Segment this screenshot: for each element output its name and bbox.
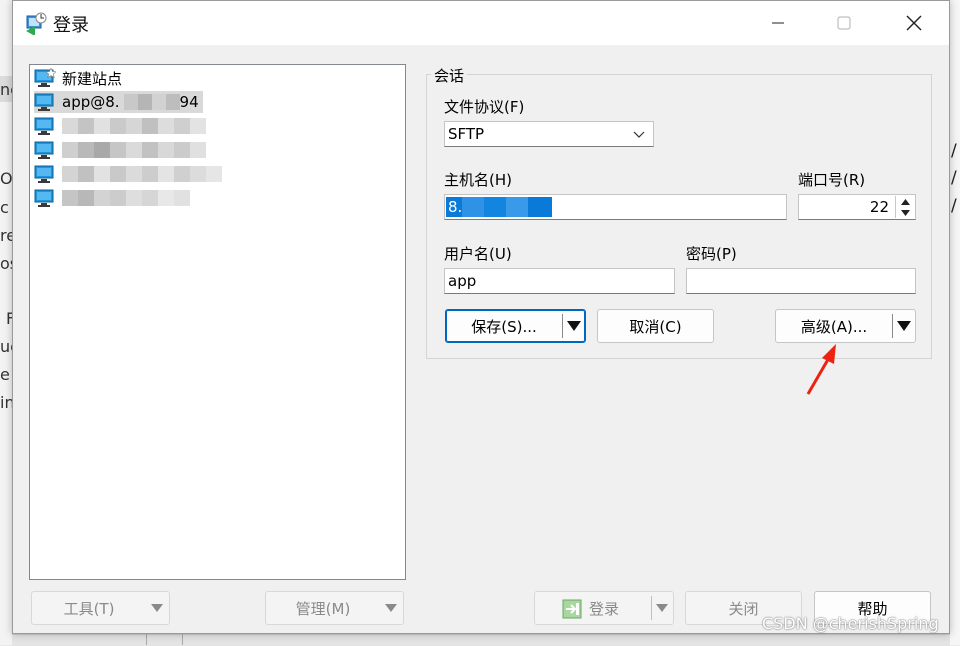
port-value: 22 <box>869 198 889 216</box>
chevron-down-icon <box>633 131 645 138</box>
background-text-fragment: c <box>0 198 9 217</box>
site-label: 新建站点 <box>62 69 123 88</box>
dropdown-arrow-icon[interactable] <box>897 321 911 331</box>
dropdown-arrow-icon <box>151 604 163 612</box>
computer-icon <box>34 117 54 135</box>
login-icon <box>562 599 582 619</box>
port-label: 端口号(R) <box>798 171 866 189</box>
port-spinner[interactable] <box>895 196 914 218</box>
background-slash: / <box>951 168 957 188</box>
cancel-button[interactable]: 取消(C) <box>597 309 714 343</box>
host-value-prefix: 8. <box>448 198 463 216</box>
computer-icon <box>34 189 54 207</box>
username-value: app <box>448 272 477 290</box>
background-text-fragment: in <box>0 393 12 412</box>
new-site-icon <box>34 68 56 87</box>
background-divider <box>146 634 147 645</box>
close-window-button[interactable] <box>891 1 937 45</box>
minimize-icon <box>772 22 784 24</box>
port-increment-button[interactable] <box>896 196 914 207</box>
background-text-fragment: re <box>0 226 12 245</box>
site-item-redacted[interactable] <box>34 187 190 209</box>
protocol-value: SFTP <box>448 125 485 143</box>
computer-icon <box>34 165 54 183</box>
advanced-button-label: 高级(A)... <box>800 317 868 336</box>
computer-icon <box>34 93 54 111</box>
site-list[interactable]: 新建站点 app@8. 94 <box>29 64 406 580</box>
title-bar[interactable]: 登录 <box>13 1 949 45</box>
background-slash: / <box>951 141 957 161</box>
manage-button[interactable]: 管理(M) <box>265 591 404 625</box>
split-divider <box>651 596 652 620</box>
background-slash: / <box>951 196 957 216</box>
watermark: CSDN @cherishSpring <box>762 614 939 633</box>
redacted-text <box>62 166 222 182</box>
maximize-icon <box>837 16 851 30</box>
triangle-down-icon <box>900 209 910 216</box>
dropdown-arrow-icon[interactable] <box>567 321 581 331</box>
redacted-text <box>462 197 551 217</box>
minimize-button[interactable] <box>755 1 801 45</box>
triangle-up-icon <box>900 198 910 205</box>
background-statusbar <box>12 634 950 646</box>
login-button[interactable]: 登录 <box>534 591 674 625</box>
site-label-prefix: app@8. <box>62 93 120 111</box>
dropdown-arrow-icon <box>385 604 397 612</box>
background-text-fragment: ne <box>0 80 12 99</box>
close-button-label: 关闭 <box>728 599 759 618</box>
redacted-text <box>62 190 190 206</box>
window-title: 登录 <box>53 15 89 36</box>
background-divider <box>182 634 183 645</box>
tools-button-label: 工具(T) <box>63 599 115 618</box>
annotation-arrow-icon <box>806 344 836 395</box>
site-item-redacted[interactable] <box>34 163 222 185</box>
session-group-legend: 会话 <box>431 65 468 86</box>
protocol-label: 文件协议(F) <box>444 98 525 116</box>
save-button[interactable]: 保存(S)... <box>445 309 586 343</box>
background-text-fragment: os <box>0 254 12 273</box>
username-label: 用户名(U) <box>444 245 512 263</box>
host-selected-text: 8. <box>446 197 553 217</box>
redacted-text <box>123 94 180 110</box>
password-input[interactable] <box>686 268 916 294</box>
protocol-select[interactable]: SFTP <box>444 121 654 147</box>
background-text-fragment: O <box>0 169 12 188</box>
dropdown-arrow-icon <box>656 604 668 612</box>
split-divider <box>892 314 893 338</box>
manage-button-label: 管理(M) <box>295 599 351 618</box>
close-icon <box>906 15 922 31</box>
computer-icon <box>34 141 54 159</box>
site-item-redacted[interactable] <box>34 115 206 137</box>
site-item-redacted[interactable] <box>34 139 206 161</box>
background-text-fragment: uc <box>0 337 12 356</box>
split-divider <box>562 314 563 338</box>
host-label: 主机名(H) <box>444 171 512 189</box>
redacted-text <box>62 142 206 158</box>
port-input[interactable]: 22 <box>798 194 916 220</box>
advanced-button[interactable]: 高级(A)... <box>775 309 916 343</box>
tools-button[interactable]: 工具(T) <box>31 591 170 625</box>
site-label-suffix: 94 <box>179 93 199 111</box>
login-button-label: 登录 <box>589 599 620 618</box>
site-item-new[interactable]: 新建站点 <box>34 67 126 89</box>
redacted-text <box>62 118 206 134</box>
username-input[interactable]: app <box>444 268 675 294</box>
winscp-app-icon <box>26 12 47 35</box>
cancel-button-label: 取消(C) <box>629 317 682 336</box>
maximize-button[interactable] <box>821 1 867 45</box>
login-dialog: 登录 新建站点 app@8. 94 会话 文件协议(F) SFTP 主机名(H)… <box>12 0 950 634</box>
background-right-pane <box>950 0 960 645</box>
password-label: 密码(P) <box>686 245 737 263</box>
port-decrement-button[interactable] <box>896 207 914 218</box>
background-text-fragment: e <box>0 365 10 384</box>
host-input[interactable]: 8. <box>444 194 787 220</box>
save-button-label: 保存(S)... <box>471 317 537 336</box>
site-item-app[interactable]: app@8. 94 <box>34 91 203 113</box>
